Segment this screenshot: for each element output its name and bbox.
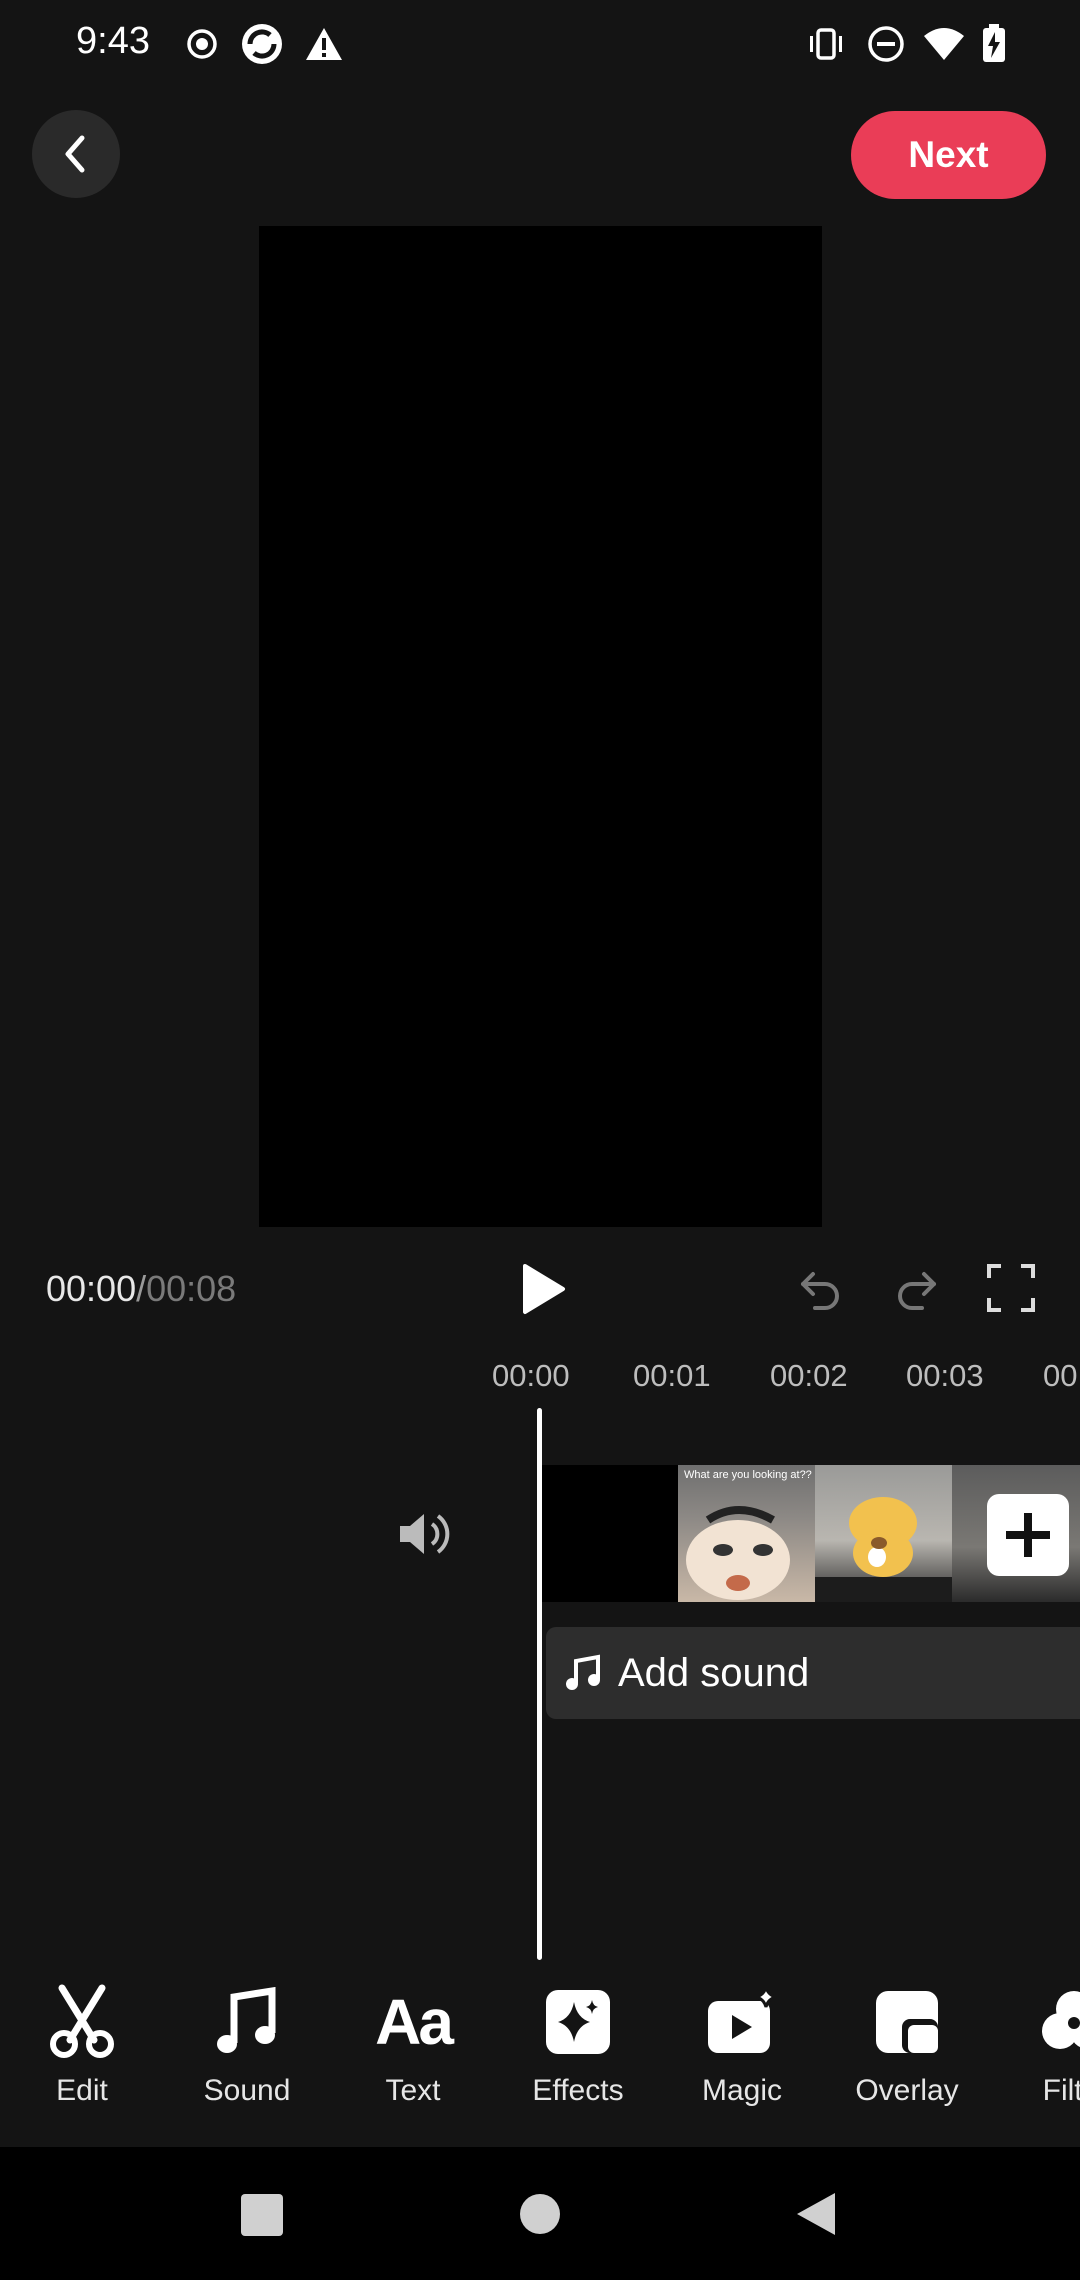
add-clip-button[interactable] [987, 1494, 1069, 1576]
current-time: 00:00 [46, 1268, 137, 1309]
warning-icon [302, 22, 346, 66]
chevron-left-icon [65, 135, 85, 173]
overlay-icon [867, 1982, 947, 2062]
clip-thumbnail [815, 1465, 952, 1602]
battery-charging-icon [972, 22, 1016, 66]
next-button[interactable]: Next [851, 111, 1046, 199]
ruler-label: 00:00 [492, 1358, 570, 1393]
sparkle-icon [538, 1982, 618, 2062]
tool-text[interactable]: Aa Text [338, 1960, 488, 2108]
music-note-icon [566, 1654, 600, 1690]
tool-filter[interactable]: Filte [996, 1960, 1080, 2108]
editor-toolbar: Edit Sound Aa Text Effects Magic Overlay [0, 1960, 1080, 2146]
home-button[interactable] [520, 2194, 560, 2234]
tool-label: Filte [1042, 2074, 1080, 2107]
record-icon [180, 22, 224, 66]
play-button[interactable] [510, 1256, 576, 1322]
music-note-icon [207, 1982, 287, 2062]
fullscreen-icon [987, 1264, 1035, 1312]
tool-magic[interactable]: Magic [667, 1960, 817, 2108]
add-sound-button[interactable]: Add sound [546, 1627, 1080, 1719]
system-nav-bar [0, 2147, 1080, 2280]
vibrate-icon [804, 22, 848, 66]
undo-button[interactable] [795, 1262, 847, 1314]
undo-icon [801, 1272, 839, 1310]
tool-edit[interactable]: Edit [7, 1960, 157, 2108]
magic-video-icon [702, 1982, 782, 2062]
tool-label: Edit [56, 2074, 108, 2107]
status-bar: 9:43 [0, 0, 1080, 90]
original-sound-toggle[interactable] [396, 1506, 456, 1562]
volume-icon [400, 1514, 450, 1554]
text-aa-icon: Aa [375, 1986, 454, 2058]
tool-effects[interactable]: Effects [503, 1960, 653, 2108]
clip-thumbnail: What are you looking at?? [678, 1465, 815, 1602]
back-nav-button[interactable] [795, 2191, 837, 2242]
playback-time: 00:00/00:08 [46, 1268, 236, 1310]
tool-overlay[interactable]: Overlay [832, 1960, 982, 2108]
play-icon [523, 1264, 565, 1314]
sync-icon [240, 22, 284, 66]
tool-sound[interactable]: Sound [172, 1960, 322, 2108]
redo-button[interactable] [890, 1262, 942, 1314]
fullscreen-button[interactable] [985, 1262, 1037, 1314]
back-button[interactable] [32, 110, 120, 198]
tool-label: Magic [701, 2074, 783, 2107]
ruler-label: 00:03 [906, 1358, 984, 1393]
plus-icon [1006, 1513, 1050, 1557]
tool-label: Sound [203, 2074, 291, 2107]
tool-label: Text [385, 2074, 441, 2107]
scissors-icon [42, 1982, 122, 2062]
ruler-label: 00:02 [770, 1358, 848, 1393]
playhead[interactable] [537, 1408, 542, 1960]
wifi-icon [922, 22, 966, 66]
filter-icon [1031, 1982, 1080, 2062]
status-time: 9:43 [76, 20, 150, 62]
do-not-disturb-icon [864, 22, 908, 66]
tool-label: Overlay [855, 2074, 959, 2107]
ruler-label: 00 [1043, 1358, 1078, 1393]
time-separator: / [136, 1268, 147, 1309]
total-time: 00:08 [146, 1268, 237, 1309]
clip-thumbnail [542, 1465, 678, 1602]
video-preview[interactable] [259, 226, 822, 1227]
add-sound-label: Add sound [618, 1650, 810, 1695]
recents-button[interactable] [241, 2194, 283, 2236]
tool-label: Effects [532, 2074, 624, 2107]
ruler-label: 00:01 [633, 1358, 711, 1393]
redo-icon [898, 1272, 936, 1310]
